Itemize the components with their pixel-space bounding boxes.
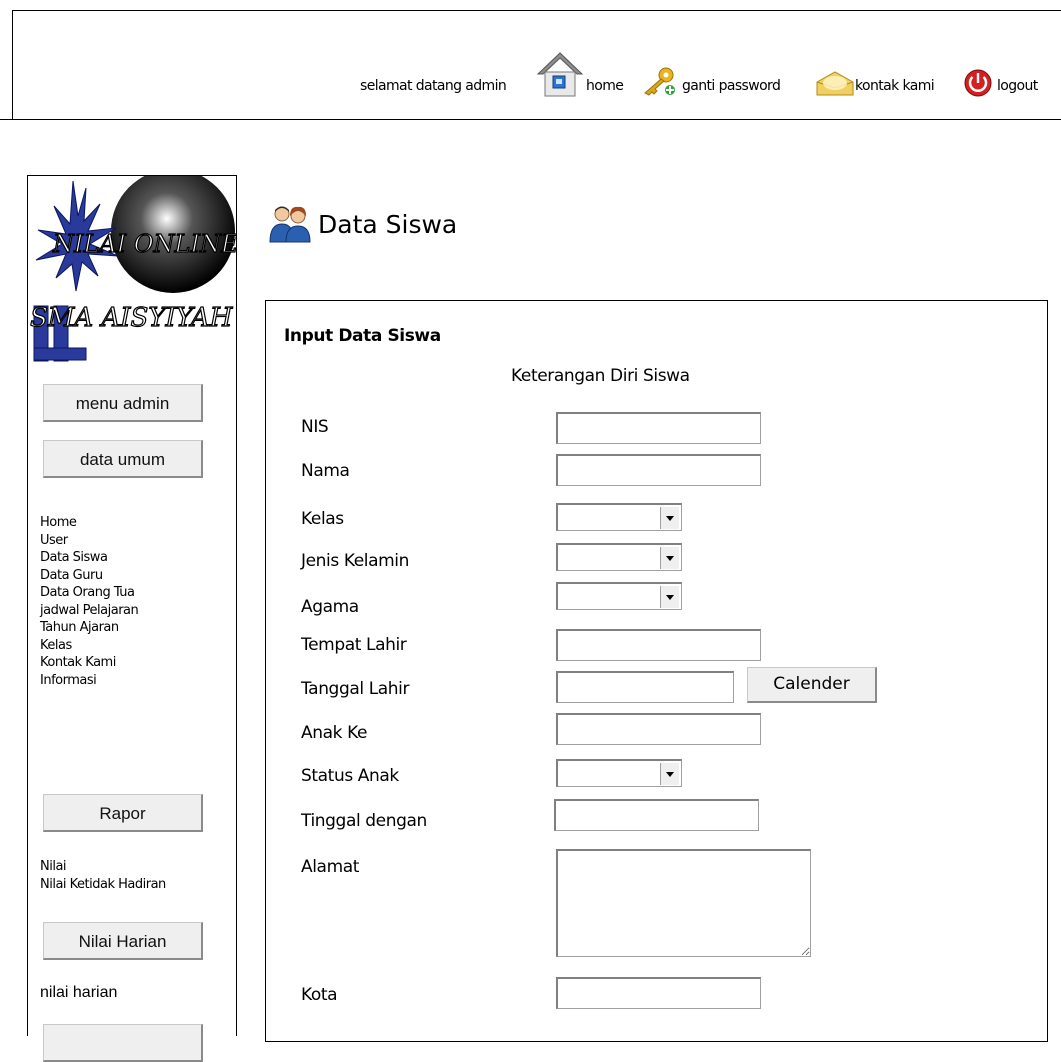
- nama-input[interactable]: [556, 454, 761, 486]
- alamat-label: Alamat: [301, 857, 360, 877]
- kota-label: Kota: [301, 985, 338, 1005]
- page-title: Data Siswa: [318, 210, 458, 239]
- logo-text-line1: NILAI ONLINE: [52, 230, 236, 258]
- nis-input[interactable]: [556, 412, 761, 444]
- nilai-harian-menu: nilai harian: [40, 984, 117, 1002]
- chevron-down-icon[interactable]: [660, 547, 679, 569]
- sidebar-item-nilai[interactable]: Nilai: [40, 858, 166, 876]
- chevron-down-icon[interactable]: [660, 507, 679, 529]
- nav-logout-link[interactable]: logout: [997, 78, 1038, 94]
- tinggal-dengan-label: Tinggal dengan: [301, 811, 427, 831]
- sidebar-next-button[interactable]: [43, 1024, 203, 1062]
- sidebar-item-informasi[interactable]: Informasi: [40, 672, 138, 690]
- tinggal-dengan-input[interactable]: [554, 799, 759, 831]
- calendar-button[interactable]: Calender: [747, 667, 877, 703]
- school-logo: NILAI ONLINE SMA AISYIYAH: [28, 176, 236, 366]
- status-anak-label: Status Anak: [301, 766, 399, 786]
- kota-input[interactable]: [556, 977, 761, 1009]
- nav-kontak-kami-link[interactable]: kontak kami: [855, 78, 935, 94]
- logo-text-line2: SMA AISYIYAH: [30, 303, 234, 333]
- sidebar-item-data-guru[interactable]: Data Guru: [40, 567, 138, 585]
- greeting-text: selamat datang admin: [360, 78, 507, 94]
- envelope-icon[interactable]: [814, 68, 856, 98]
- nav-home-link[interactable]: home: [586, 78, 624, 94]
- nilai-harian-button[interactable]: Nilai Harian: [43, 922, 203, 960]
- chevron-down-icon[interactable]: [660, 586, 679, 608]
- status-anak-select[interactable]: [556, 759, 682, 787]
- header-border-left: [12, 10, 13, 120]
- header: selamat datang admin home ganti password…: [0, 0, 1061, 120]
- rapor-button[interactable]: Rapor: [43, 794, 203, 832]
- panel-heading: Input Data Siswa: [284, 326, 441, 346]
- nama-label: Nama: [301, 461, 350, 481]
- key-icon[interactable]: [640, 66, 680, 96]
- tanggal-lahir-label: Tanggal Lahir: [301, 679, 410, 699]
- data-umum-button[interactable]: data umum: [43, 440, 203, 478]
- sidebar-item-nilai-ketidak-hadiran[interactable]: Nilai Ketidak Hadiran: [40, 876, 166, 894]
- sidebar-item-kelas[interactable]: Kelas: [40, 637, 138, 655]
- sidebar-item-nilai-harian[interactable]: nilai harian: [40, 984, 117, 1002]
- sidebar-item-tahun-ajaran[interactable]: Tahun Ajaran: [40, 619, 138, 637]
- tempat-lahir-input[interactable]: [556, 629, 761, 661]
- sidebar-item-data-orang-tua[interactable]: Data Orang Tua: [40, 584, 138, 602]
- input-form-panel: Input Data Siswa Keterangan Diri Siswa N…: [265, 300, 1048, 1042]
- sidebar-item-home[interactable]: Home: [40, 514, 138, 532]
- home-icon[interactable]: [535, 50, 585, 98]
- sidebar-item-kontak-kami[interactable]: Kontak Kami: [40, 654, 138, 672]
- sidebar-item-data-siswa[interactable]: Data Siswa: [40, 549, 138, 567]
- anak-ke-input[interactable]: [556, 713, 761, 745]
- sidebar-item-jadwal-pelajaran[interactable]: jadwal Pelajaran: [40, 602, 139, 620]
- anak-ke-label: Anak Ke: [301, 723, 368, 743]
- agama-label: Agama: [301, 597, 359, 617]
- chevron-down-icon[interactable]: [660, 763, 679, 785]
- menu-admin-button[interactable]: menu admin: [43, 384, 203, 422]
- agama-select[interactable]: [556, 582, 682, 610]
- users-icon: [269, 206, 311, 243]
- kelas-select[interactable]: [556, 503, 682, 531]
- jenis-kelamin-label: Jenis Kelamin: [301, 551, 409, 571]
- tempat-lahir-label: Tempat Lahir: [301, 635, 407, 655]
- sidebar-item-user[interactable]: User: [40, 532, 138, 550]
- rapor-menu: Nilai Nilai Ketidak Hadiran: [40, 858, 166, 893]
- nis-label: NIS: [301, 417, 329, 437]
- header-border-top: [12, 10, 1061, 11]
- panel-subheading: Keterangan Diri Siswa: [511, 366, 690, 386]
- alamat-textarea[interactable]: [556, 849, 811, 957]
- tanggal-lahir-input[interactable]: [556, 671, 734, 703]
- data-umum-menu: Home User Data Siswa Data Guru Data Oran…: [40, 514, 139, 690]
- nav-ganti-password-link[interactable]: ganti password: [682, 78, 781, 94]
- logo-image: NILAI ONLINE SMA AISYIYAH: [29, 176, 236, 362]
- jenis-kelamin-select[interactable]: [556, 543, 682, 571]
- sidebar: NILAI ONLINE SMA AISYIYAH menu admin dat…: [27, 175, 237, 1062]
- power-icon[interactable]: [962, 68, 994, 98]
- kelas-label: Kelas: [301, 509, 344, 529]
- header-border-bottom: [0, 119, 1061, 120]
